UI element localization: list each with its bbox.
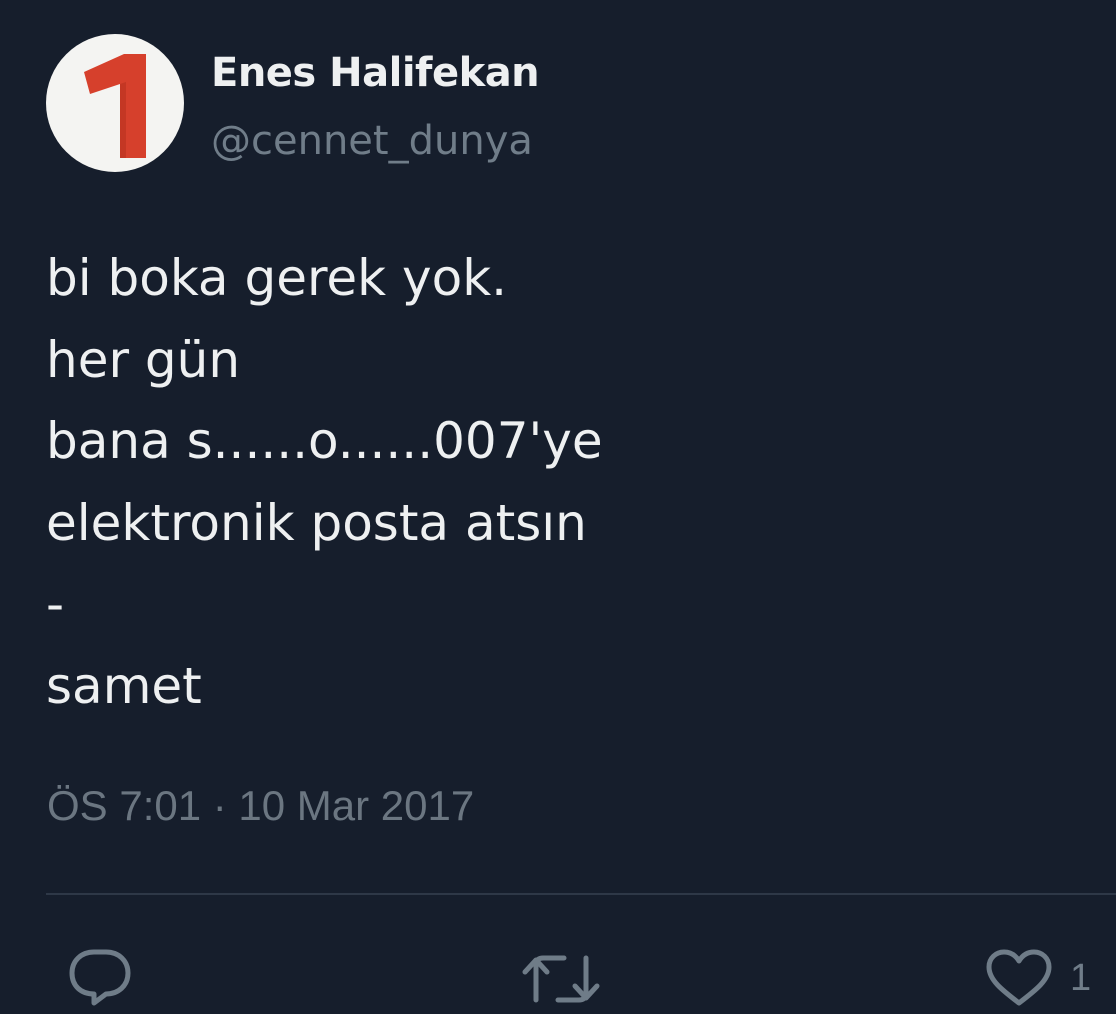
author-display-name[interactable]: Enes Halifekan <box>211 48 540 98</box>
tweet-text-line: elektronik posta atsın <box>46 493 587 552</box>
tweet-timestamp[interactable]: ÖS 7:01 · 10 Mar 2017 <box>47 780 474 832</box>
tweet-card: Enes Halifekan @cennet_dunya bi boka ger… <box>0 0 1116 1014</box>
divider <box>46 893 1116 895</box>
avatar[interactable] <box>46 34 184 172</box>
tweet-text-line: bi boka gerek yok. <box>46 249 508 307</box>
retweet-icon <box>522 955 600 1003</box>
author-handle[interactable]: @cennet_dunya <box>211 116 533 166</box>
like-button[interactable]: 1 <box>984 948 1091 1008</box>
tweet-body: bi boka gerek yok. her gün bana s......o… <box>46 238 1066 727</box>
number-one-logo-icon <box>84 54 146 158</box>
reply-bubble-icon <box>69 949 131 1006</box>
heart-icon <box>986 949 1052 1006</box>
retweet-button[interactable] <box>522 950 600 1008</box>
like-count: 1 <box>1070 957 1092 999</box>
tweet-text-line: - <box>46 575 65 633</box>
tweet-text-line: samet <box>46 656 202 715</box>
tweet-text-line: her gün <box>46 330 241 389</box>
reply-button[interactable] <box>66 946 134 1010</box>
tweet-text-line: bana s......o......007'ye <box>46 412 603 470</box>
